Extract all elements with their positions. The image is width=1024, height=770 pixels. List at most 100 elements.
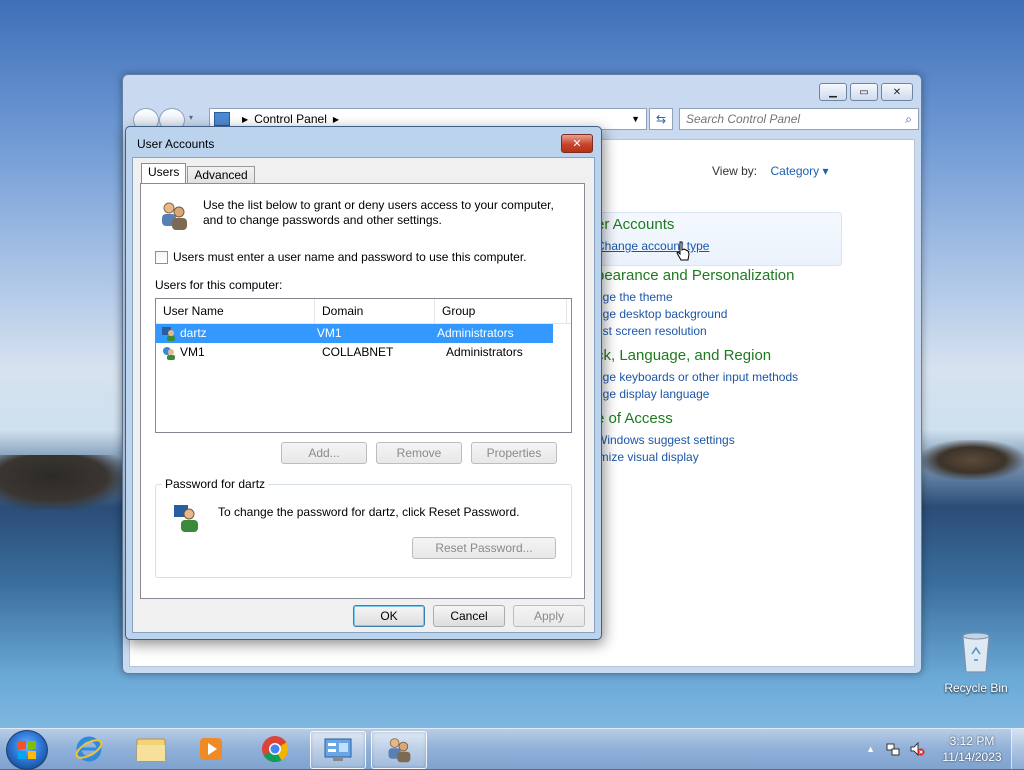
user-cell: dartz xyxy=(156,324,311,343)
window-controls: ▁ ▭ ✕ xyxy=(819,83,913,101)
windows-logo-icon xyxy=(18,741,36,759)
category-title[interactable]: er Accounts xyxy=(596,216,709,233)
maximize-button[interactable]: ▭ xyxy=(850,83,878,101)
dialog-title: User Accounts xyxy=(137,137,215,151)
category-link[interactable]: nge keyboards or other input methods xyxy=(596,369,798,386)
network-icon[interactable] xyxy=(885,741,901,757)
taskbar-chrome[interactable] xyxy=(248,731,302,767)
table-row[interactable]: dartz VM1 Administrators xyxy=(156,324,553,343)
close-icon: ✕ xyxy=(892,86,902,98)
ok-button[interactable]: OK xyxy=(353,605,425,627)
show-desktop-button[interactable] xyxy=(1011,729,1024,769)
user-icon xyxy=(162,326,175,341)
volume-muted-icon[interactable] xyxy=(909,741,925,757)
minimize-button[interactable]: ▁ xyxy=(819,83,847,101)
group-cell: Administrators xyxy=(446,345,523,359)
user-icon xyxy=(163,346,175,360)
minimize-icon: ▁ xyxy=(829,86,837,98)
link-change-account-type[interactable]: Change account type xyxy=(596,238,709,255)
user-cell: VM1 xyxy=(156,343,316,362)
user-action-buttons: Add... Remove Properties xyxy=(281,442,557,464)
category-link[interactable]: imize visual display xyxy=(596,449,735,466)
column-header-domain[interactable]: Domain xyxy=(315,299,435,323)
taskbar-media-player[interactable] xyxy=(184,731,238,767)
category-link[interactable]: nge desktop background xyxy=(596,306,794,323)
maximize-icon: ▭ xyxy=(859,86,869,98)
category-title[interactable]: e of Access xyxy=(596,410,735,427)
chrome-icon xyxy=(262,736,289,763)
require-login-label[interactable]: Users must enter a user name and passwor… xyxy=(173,250,527,264)
category-link[interactable]: Windows suggest settings xyxy=(596,432,735,449)
tab-advanced[interactable]: Advanced xyxy=(187,166,255,184)
breadcrumb-arrow-icon[interactable]: ▶ xyxy=(242,115,248,124)
recycle-bin-label: Recycle Bin xyxy=(944,681,1008,695)
breadcrumb-arrow-icon[interactable]: ▶ xyxy=(333,115,339,124)
group-cell: Administrators xyxy=(436,326,514,340)
column-header-group[interactable]: Group xyxy=(435,299,567,323)
search-input[interactable] xyxy=(680,109,888,129)
hand-cursor-icon xyxy=(676,241,690,261)
desktop-wallpaper-rocks xyxy=(920,440,1024,480)
password-group-label: Password for dartz xyxy=(162,477,269,491)
view-by: View by: Category ▾ xyxy=(712,164,829,178)
category-link[interactable]: nge the theme xyxy=(596,289,794,306)
show-hidden-icons-icon[interactable]: ▲ xyxy=(866,744,875,754)
dialog-body: Users Advanced Use the list below to gra… xyxy=(132,157,595,633)
search-icon[interactable]: ⌕ xyxy=(905,112,912,127)
list-header: User Name Domain Group xyxy=(156,299,571,324)
remove-button[interactable]: Remove xyxy=(376,442,462,464)
breadcrumb-control-panel[interactable]: Control Panel xyxy=(254,112,327,126)
clock-time: 3:12 PM xyxy=(949,734,995,748)
tab-strip: Users Advanced xyxy=(141,163,256,184)
properties-button[interactable]: Properties xyxy=(471,442,557,464)
search-box[interactable]: ⌕ xyxy=(679,108,919,130)
users-icon xyxy=(162,202,187,230)
address-dropdown-icon[interactable]: ▼ xyxy=(631,114,640,124)
user-name: VM1 xyxy=(180,345,205,359)
category-link[interactable]: ust screen resolution xyxy=(596,323,794,340)
users-list[interactable]: User Name Domain Group dartz VM1 Adminis… xyxy=(155,298,572,433)
users-icon xyxy=(388,738,411,763)
taskbar: ▲ 3:12 PM 11/14/2023 xyxy=(0,728,1024,770)
view-by-label: View by: xyxy=(712,164,758,178)
require-login-checkbox-row[interactable]: Users must enter a user name and passwor… xyxy=(155,250,527,264)
view-by-dropdown[interactable]: Category ▾ xyxy=(770,164,828,178)
clock-date: 11/14/2023 xyxy=(942,750,1002,764)
require-login-checkbox[interactable] xyxy=(155,250,168,264)
password-instructions: To change the password for dartz, click … xyxy=(218,505,520,519)
category-link[interactable]: nge display language xyxy=(596,386,798,403)
system-tray: ▲ 3:12 PM 11/14/2023 xyxy=(866,729,1024,769)
refresh-icon: ⇆ xyxy=(655,112,667,126)
media-player-icon xyxy=(200,738,222,760)
clock[interactable]: 3:12 PM 11/14/2023 xyxy=(933,733,1011,765)
recent-pages-icon[interactable]: ▾ xyxy=(189,113,193,122)
taskbar-control-panel[interactable] xyxy=(310,731,366,769)
table-row[interactable]: VM1 COLLABNET Administrators xyxy=(156,343,571,362)
dialog-close-button[interactable]: ✕ xyxy=(561,134,593,153)
reset-password-button[interactable]: Reset Password... xyxy=(412,537,556,559)
control-panel-icon xyxy=(214,112,230,126)
cancel-button[interactable]: Cancel xyxy=(433,605,505,627)
taskbar-user-accounts[interactable] xyxy=(371,731,427,769)
add-button[interactable]: Add... xyxy=(281,442,367,464)
control-panel-icon xyxy=(324,738,352,761)
taskbar-internet-explorer[interactable] xyxy=(62,731,116,767)
column-header-user-name[interactable]: User Name xyxy=(156,299,315,323)
category-title[interactable]: ck, Language, and Region xyxy=(596,347,798,364)
user-name: dartz xyxy=(180,326,207,340)
user-password-icon xyxy=(174,505,198,532)
taskbar-file-explorer[interactable] xyxy=(124,731,178,767)
recycle-bin-icon xyxy=(962,632,990,673)
desktop-wallpaper-rocks xyxy=(0,455,130,510)
refresh-button[interactable]: ⇆ xyxy=(649,108,673,130)
users-tab-panel: Use the list below to grant or deny user… xyxy=(140,183,585,599)
internet-explorer-icon xyxy=(75,736,103,762)
apply-button[interactable]: Apply xyxy=(513,605,585,627)
recycle-bin-shortcut[interactable]: Recycle Bin xyxy=(940,630,1012,695)
start-button[interactable] xyxy=(6,730,48,770)
tab-users[interactable]: Users xyxy=(141,163,187,183)
category-user-accounts: er Accounts Change account type xyxy=(596,216,709,255)
close-button[interactable]: ✕ xyxy=(881,83,913,101)
domain-cell: COLLABNET xyxy=(322,345,394,359)
category-title[interactable]: pearance and Personalization xyxy=(596,267,794,284)
